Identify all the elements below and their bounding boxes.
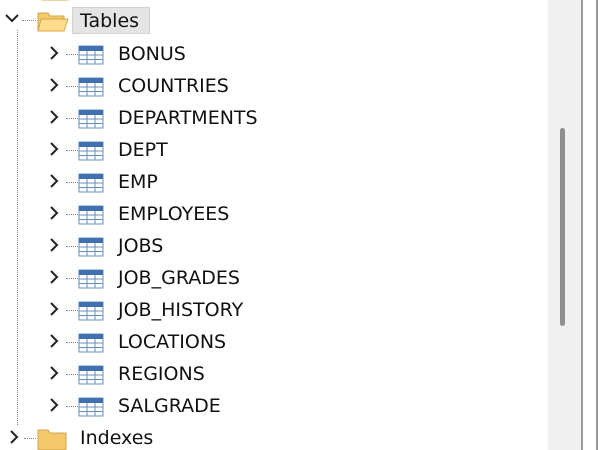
tree-node-label: DEPT: [118, 139, 168, 161]
tree-connector: [24, 438, 36, 439]
chevron-right-icon[interactable]: [46, 204, 62, 224]
table-icon: [78, 205, 104, 225]
tree-node-label: EMPLOYEES: [118, 203, 230, 225]
chevron-right-icon[interactable]: [46, 300, 62, 320]
tree-node-table[interactable]: EMP: [0, 166, 548, 198]
chevron-right-icon[interactable]: [46, 236, 62, 256]
tree-node-table[interactable]: JOBS: [0, 230, 548, 262]
tree-connector: [66, 374, 78, 375]
table-icon: [78, 45, 104, 65]
tree-node-table[interactable]: SALGRADE: [0, 390, 548, 422]
table-icon: [78, 173, 104, 193]
tree-connector: [66, 86, 78, 87]
tree-connector: [66, 118, 78, 119]
tree-node-table[interactable]: JOB_GRADES: [0, 262, 548, 294]
tree-connector: [66, 406, 78, 407]
tree-node-table[interactable]: DEPT: [0, 134, 548, 166]
tree-node-table[interactable]: DEPARTMENTS: [0, 102, 548, 134]
table-icon: [78, 397, 104, 417]
tree-connector: [66, 278, 78, 279]
tree-node-table[interactable]: EMPLOYEES: [0, 198, 548, 230]
panel-divider: [596, 0, 598, 450]
tree-node-table[interactable]: BONUS: [0, 38, 548, 70]
tree-node-label: EMP: [118, 171, 158, 193]
tree-node-indexes[interactable]: Indexes: [0, 422, 548, 450]
tree-node-table[interactable]: REGIONS: [0, 358, 548, 390]
tree-connector: [22, 20, 36, 21]
tree-connector: [66, 246, 78, 247]
tree-node-label: JOB_GRADES: [118, 267, 240, 289]
scrollbar-thumb[interactable]: [560, 128, 565, 326]
panel-divider: [581, 0, 583, 450]
tree-connector: [66, 150, 78, 151]
tree-connector: [66, 182, 78, 183]
table-icon: [78, 77, 104, 97]
table-icon: [78, 269, 104, 289]
tree-node-label: Indexes: [80, 427, 154, 449]
folder-icon: [37, 429, 67, 450]
tree-node-table[interactable]: LOCATIONS: [0, 326, 548, 358]
tree-node-label: COUNTRIES: [118, 75, 229, 97]
chevron-right-icon[interactable]: [46, 108, 62, 128]
tree-node-label: DEPARTMENTS: [118, 107, 258, 129]
tree-node-tables[interactable]: Tables: [0, 4, 548, 36]
folder-open-icon: [37, 12, 69, 32]
tree-node-label: Tables: [80, 10, 140, 32]
tree-node-label: REGIONS: [118, 363, 205, 385]
table-icon: [78, 333, 104, 353]
tree-node-label: BONUS: [118, 43, 186, 65]
table-icon: [78, 301, 104, 321]
table-icon: [78, 141, 104, 161]
table-icon: [78, 365, 104, 385]
table-icon: [78, 109, 104, 129]
chevron-right-icon[interactable]: [46, 140, 62, 160]
tree-node-label: JOB_HISTORY: [118, 299, 244, 321]
chevron-right-icon[interactable]: [46, 44, 62, 64]
tree-connector: [66, 214, 78, 215]
tree-node-table[interactable]: JOB_HISTORY: [0, 294, 548, 326]
chevron-right-icon[interactable]: [46, 396, 62, 416]
object-tree: Tables BONUS COUNTRIES DEPARTMENTS DEPT …: [0, 0, 548, 450]
tree-node-label: LOCATIONS: [118, 331, 227, 353]
chevron-right-icon[interactable]: [46, 332, 62, 352]
chevron-right-icon[interactable]: [46, 76, 62, 96]
vertical-scrollbar[interactable]: [548, 0, 582, 450]
chevron-right-icon[interactable]: [46, 364, 62, 384]
table-icon: [78, 237, 104, 257]
chevron-right-icon[interactable]: [6, 428, 22, 448]
chevron-right-icon[interactable]: [46, 268, 62, 288]
tree-connector: [66, 342, 78, 343]
tree-node-label: JOBS: [118, 235, 164, 257]
tree-node-table[interactable]: COUNTRIES: [0, 70, 548, 102]
tree-connector: [66, 54, 78, 55]
tree-connector: [66, 310, 78, 311]
chevron-right-icon[interactable]: [46, 172, 62, 192]
chevron-down-icon[interactable]: [4, 10, 20, 30]
tree-node-label: SALGRADE: [118, 395, 221, 417]
